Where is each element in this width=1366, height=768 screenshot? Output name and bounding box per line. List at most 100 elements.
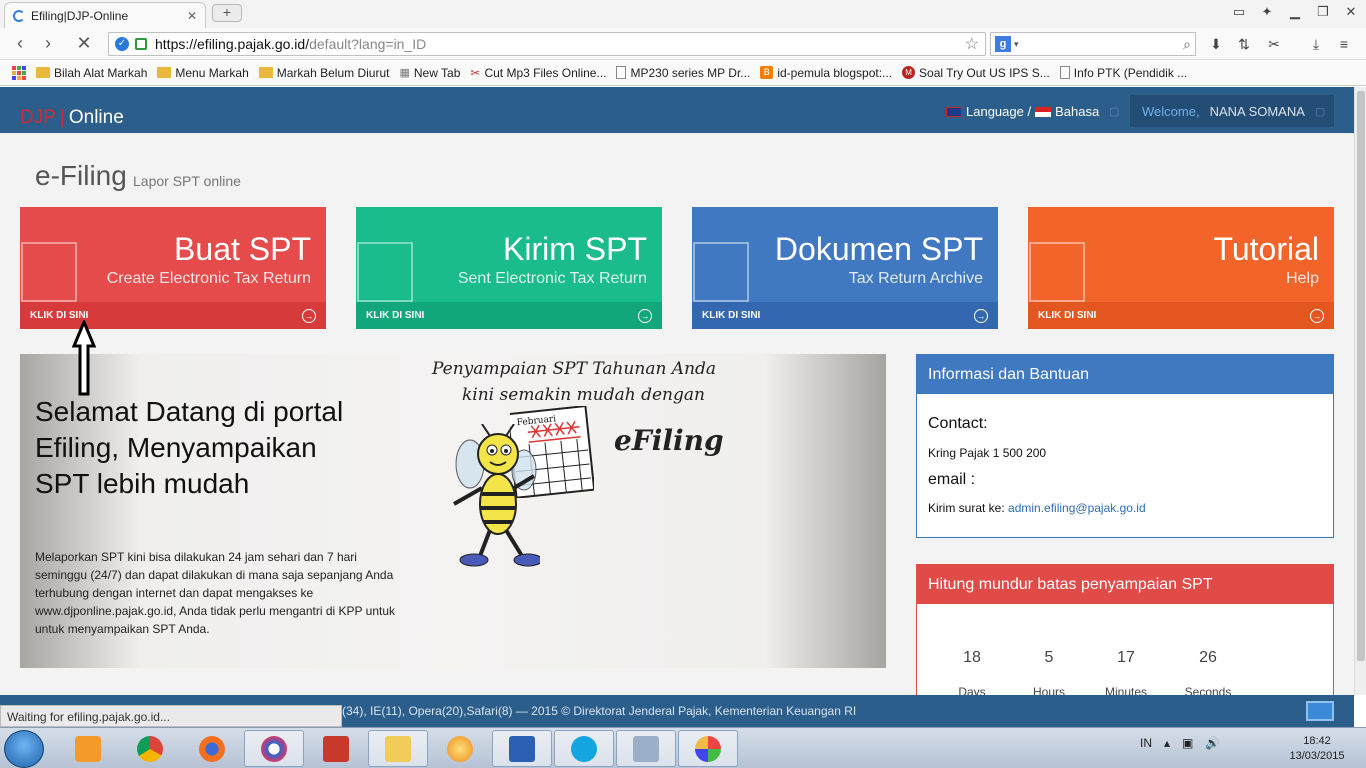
bookmark-item[interactable]: M Soal Try Out US IPS S... [902,66,1050,80]
bookmark-item[interactable]: ✂ Cut Mp3 Files Online... [470,66,606,80]
info-panel: Informasi dan Bantuan Contact: Kring Paj… [916,354,1334,538]
tile-tutorial[interactable]: Tutorial Help KLIK DI SINI → [1028,207,1334,329]
browser-tab[interactable]: Efiling|DJP-Online ✕ [4,2,206,28]
stop-button[interactable]: ✕ [72,32,96,56]
countdown-title: Hitung mundur batas penyampaian SPT [917,565,1333,604]
bookmark-item[interactable]: Bilah Alat Markah [36,66,147,80]
apps-icon[interactable] [12,65,26,80]
search-icon[interactable]: ⌕ [1183,36,1191,53]
tile-cta[interactable]: KLIK DI SINI → [356,302,662,329]
tile-buat-spt[interactable]: Buat SPT Create Electronic Tax Return KL… [20,207,326,329]
new-tab-button[interactable]: + [212,4,242,22]
url-host: https://efiling.pajak.go.id/ [155,36,310,52]
network-icon[interactable]: ▣ [1182,736,1193,750]
paint-taskbar-icon[interactable] [678,730,738,767]
close-window-button[interactable]: ✕ [1338,2,1364,22]
minimize-button[interactable]: ▁ [1282,2,1308,22]
dropdown-arrow-icon[interactable]: ▾ [1014,39,1019,50]
scissors-icon[interactable]: ✂ [1264,34,1284,54]
explorer-taskbar-icon[interactable] [368,730,428,767]
clock-date: 13/03/2015 [1289,750,1345,762]
window-taskbar-icon[interactable] [616,730,676,767]
countdown-panel: Hitung mundur batas penyampaian SPT 18 5… [916,564,1334,695]
info-panel-title: Informasi dan Bantuan [917,355,1333,394]
bookmark-item[interactable]: Markah Belum Diurut [258,66,389,80]
countdown-hours: 5 [1044,649,1054,666]
promo-brand: eFiling [614,424,724,457]
countdown-label: Days [958,685,986,695]
arrow-right-icon: → [638,308,652,323]
verified-icon: ✓ [115,37,129,51]
download-helper-icon[interactable]: ⬇ [1206,34,1226,54]
skype-taskbar-icon[interactable] [554,730,614,767]
bookmark-item[interactable]: ▦ New Tab [399,66,460,80]
folder-icon [258,67,273,78]
page-scrollbar[interactable] [1354,87,1366,695]
bookmark-star-icon[interactable]: ☆ [965,34,979,54]
system-clock[interactable]: 18:42 13/03/2015 [1282,734,1352,764]
book-taskbar-icon[interactable] [306,730,366,767]
tile-cta[interactable]: KLIK DI SINI → [1028,302,1334,329]
countdown-seconds: 26 [1199,649,1217,666]
page-icon [1059,66,1070,79]
user-menu[interactable]: Welcome, NANA SOMANA ▢ [1130,95,1334,127]
arrow-right-icon: → [1310,308,1324,323]
bookmark-item[interactable]: Info PTK (Pendidik ... [1059,66,1187,80]
maximize-button[interactable]: ❐ [1310,2,1336,22]
language-label[interactable]: Language / [966,104,1031,119]
media-player-taskbar-icon[interactable] [58,730,118,767]
sync-icon[interactable]: ⇅ [1234,34,1254,54]
tile-cta[interactable]: KLIK DI SINI → [692,302,998,329]
search-box[interactable]: g ▾ ⌕ [990,32,1196,56]
input-language[interactable]: IN [1140,736,1152,750]
close-tab-icon[interactable]: ✕ [187,9,197,23]
browser-status-bar: Waiting for efiling.pajak.go.id... [0,705,342,727]
arrow-right-icon: → [974,308,988,323]
chrome-taskbar-icon[interactable] [120,730,180,767]
countdown-label: Seconds [1184,685,1232,695]
pin-icon[interactable]: ✦ [1254,2,1280,22]
scrollbar-thumb[interactable] [1357,91,1365,661]
promo-line-2: kini semakin mudah dengan [462,385,705,405]
app-taskbar-icon[interactable] [430,730,490,767]
word-taskbar-icon[interactable] [492,730,552,767]
tile-dokumen-spt[interactable]: Dokumen SPT Tax Return Archive KLIK DI S… [692,207,998,329]
blogger-icon: B [760,66,774,79]
system-tray: IN ▴ ▣ 🔊 [1140,736,1220,750]
caret-icon[interactable]: ▢ [1315,105,1325,118]
bookmark-item[interactable]: Bid-pemula blogspot:... [760,66,892,80]
scroll-top-button[interactable] [1306,701,1334,721]
folder-icon [36,67,50,78]
google-icon[interactable]: g [995,36,1011,52]
indonesia-flag-icon [1035,106,1052,117]
welcome-heading: Selamat Datang di portal Efiling, Menyam… [35,396,344,499]
contact-label: Contact: [928,415,988,432]
lock-icon [135,38,147,50]
promo-line-1: Penyampaian SPT Tahunan Anda [432,359,717,379]
chat-icon[interactable]: ▭ [1226,2,1252,22]
downloads-icon[interactable]: ⤓ [1306,34,1326,54]
tab-title: Efiling|DJP-Online [31,8,129,23]
volume-icon[interactable]: 🔊 [1205,736,1220,750]
site-logo[interactable]: DJP | Online [20,107,124,129]
bookmark-item[interactable]: Menu Markah [157,66,249,80]
back-button[interactable]: ‹ [8,32,32,56]
up-arrow-annotation-icon [72,320,96,396]
bahasa-label[interactable]: Bahasa [1055,104,1099,119]
address-bar[interactable]: ✓ https://efiling.pajak.go.id/ default?l… [108,32,986,56]
loading-spinner-icon [13,9,25,22]
show-hidden-icons-icon[interactable]: ▴ [1164,736,1170,750]
forward-button[interactable]: › [36,32,60,56]
language-switcher[interactable]: Language / Bahasa ▢ [946,104,1120,119]
firefox-taskbar-icon[interactable] [182,730,242,767]
browser-titlebar: Efiling|DJP-Online ✕ + ▭ ✦ ▁ ❐ ✕ [0,0,1366,28]
tile-cta[interactable]: KLIK DI SINI → [20,302,326,329]
site-icon: M [902,66,916,79]
browser-active-taskbar-icon[interactable] [244,730,304,767]
menu-icon[interactable]: ≡ [1334,34,1354,54]
email-link[interactable]: admin.efiling@pajak.go.id [1008,501,1146,515]
caret-icon[interactable]: ▢ [1109,105,1119,118]
tile-kirim-spt[interactable]: Kirim SPT Sent Electronic Tax Return KLI… [356,207,662,329]
bookmark-item[interactable]: MP230 series MP Dr... [616,66,750,80]
start-button[interactable] [4,730,44,768]
